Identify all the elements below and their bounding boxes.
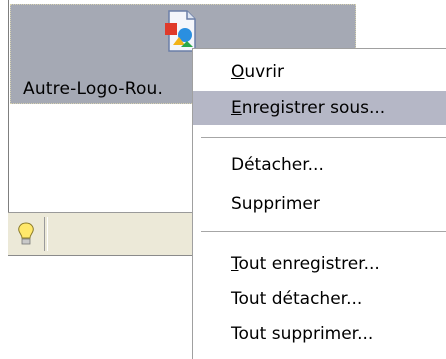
- menu-item-label: Détacher...: [231, 155, 324, 175]
- file-image-icon: [165, 10, 196, 52]
- menu-item-detacher[interactable]: Détacher...: [193, 148, 446, 182]
- menu-item-tout-enregistrer[interactable]: Tout enregistrer...: [193, 247, 446, 281]
- menu-item-label: Supprimer: [231, 194, 320, 214]
- lightbulb-icon: [18, 222, 34, 245]
- menu-item-ouvrir[interactable]: Ouvrir: [193, 55, 446, 89]
- menu-item-label: uvrir: [244, 62, 284, 82]
- menu-accelerator: O: [231, 62, 245, 82]
- menu-accelerator: T: [231, 254, 239, 274]
- menu-item-supprimer[interactable]: Supprimer: [193, 187, 446, 221]
- menu-item-label: Tout supprimer...: [231, 324, 374, 344]
- menu-item-enregistrer-sous[interactable]: Enregistrer sous...: [193, 91, 446, 125]
- status-divider: [44, 217, 48, 251]
- status-bar: [8, 212, 198, 256]
- context-menu: Ouvrir Enregistrer sous... Détacher... S…: [192, 48, 446, 359]
- menu-accelerator: E: [231, 98, 242, 118]
- menu-item-label: Tout détacher...: [231, 289, 363, 309]
- pane-border: [8, 0, 9, 212]
- menu-item-tout-supprimer[interactable]: Tout supprimer...: [193, 317, 446, 351]
- menu-item-label: out enregistrer...: [238, 254, 380, 274]
- attachment-filename: Autre-Logo-Rou.: [23, 79, 164, 99]
- menu-separator: [201, 137, 446, 138]
- menu-item-label: nregistrer sous...: [241, 98, 386, 118]
- menu-separator: [201, 231, 446, 232]
- menu-item-tout-detacher[interactable]: Tout détacher...: [193, 282, 446, 316]
